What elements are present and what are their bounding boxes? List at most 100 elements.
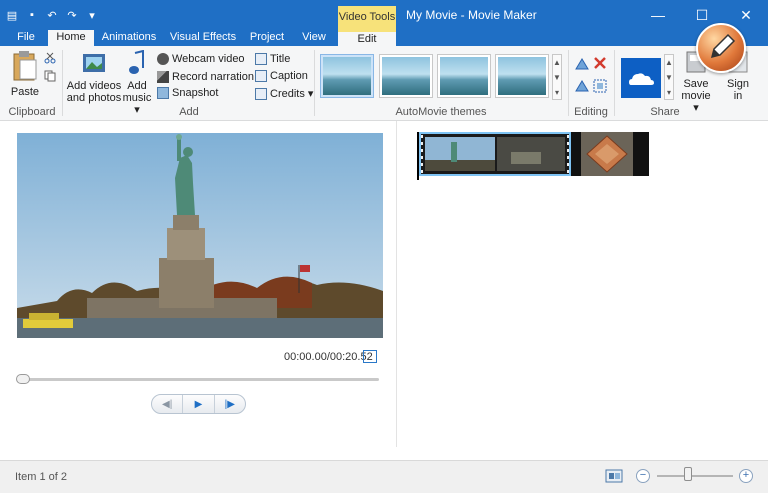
- help-pencil-badge[interactable]: [696, 23, 746, 73]
- credits-button[interactable]: Credits ▾: [255, 87, 313, 100]
- app-menu-icon[interactable]: ▤: [4, 7, 20, 23]
- clip-2-thumbnail: [571, 132, 649, 176]
- ribbon-separator: [62, 50, 63, 116]
- paste-button[interactable]: Paste: [8, 50, 42, 98]
- rotate-right-icon[interactable]: [575, 80, 589, 92]
- zoom-slider[interactable]: [657, 475, 733, 477]
- storyboard-clip-1[interactable]: [419, 132, 571, 176]
- copy-icon[interactable]: [44, 70, 56, 82]
- theme-fade[interactable]: [495, 54, 549, 98]
- group-label-add: Add: [179, 106, 199, 118]
- fullscreen-icon[interactable]: [363, 350, 377, 363]
- cloud-icon: [629, 73, 654, 85]
- storyboard-clip-2[interactable]: [571, 132, 649, 176]
- theme-contemporary[interactable]: [379, 54, 433, 98]
- timecode: 00:00.00/00:20.52: [284, 351, 373, 363]
- film-photo-icon: [83, 54, 105, 72]
- qat-dropdown-icon[interactable]: ▾: [84, 7, 100, 23]
- next-frame-icon[interactable]: |▶: [215, 395, 245, 413]
- clip-1-thumbnail: [421, 134, 569, 174]
- snapshot-icon: [157, 87, 169, 99]
- music-note-icon: [129, 50, 144, 74]
- credits-label: Credits: [270, 87, 305, 100]
- group-label-editing: Editing: [574, 106, 608, 118]
- pencil-icon: [710, 33, 736, 59]
- video-preview[interactable]: [17, 133, 383, 338]
- zoom-slider-thumb[interactable]: [684, 467, 692, 481]
- tab-edit[interactable]: Edit: [338, 30, 396, 46]
- zoom-out-button[interactable]: −: [636, 469, 650, 483]
- ribbon-tabs: File Home Animations Visual Effects Proj…: [0, 30, 768, 46]
- tab-file[interactable]: File: [8, 30, 44, 46]
- add-videos-label-line2: and photos: [66, 92, 122, 104]
- share-gallery-scroll[interactable]: ▲ ▼ ▾: [664, 54, 674, 100]
- tab-animations[interactable]: Animations: [96, 30, 162, 46]
- undo-icon[interactable]: ↶: [44, 7, 60, 23]
- seek-bar[interactable]: [17, 378, 379, 381]
- snapshot-button[interactable]: Snapshot: [157, 87, 218, 99]
- add-music-label-line1: Add: [127, 80, 147, 92]
- snapshot-label: Snapshot: [172, 87, 219, 99]
- theme-thumbnail: [498, 57, 546, 95]
- play-icon[interactable]: ▶: [182, 395, 215, 413]
- theme-thumbnail: [323, 57, 371, 95]
- save-movie-label-line2: movie: [681, 90, 711, 102]
- statue-of-liberty-frame: [17, 133, 383, 338]
- tab-project[interactable]: Project: [244, 30, 290, 46]
- seek-thumb[interactable]: [16, 374, 30, 384]
- paste-label: Paste: [10, 86, 40, 98]
- title-button[interactable]: Title: [255, 53, 290, 65]
- themes-gallery-scroll[interactable]: ▲ ▼ ▾: [552, 54, 562, 100]
- title-bar: ▤ ▪ ↶ ↷ ▾ Video Tools My Movie - Movie M…: [0, 0, 768, 30]
- group-label-clipboard: Clipboard: [8, 106, 56, 118]
- paste-icon: [13, 51, 37, 81]
- microphone-icon: [157, 70, 169, 83]
- theme-thumbnail: [440, 57, 488, 95]
- save-movie-label-line1: Save: [683, 78, 709, 90]
- record-narration-button[interactable]: Record narration ▾: [157, 70, 262, 83]
- pane-splitter[interactable]: [396, 121, 397, 447]
- record-narration-label: Record narration: [172, 70, 254, 83]
- playback-controls: ◀| ▶ |▶: [151, 394, 246, 414]
- title-label: Title: [270, 53, 291, 65]
- window-title: My Movie - Movie Maker: [406, 8, 537, 22]
- tab-visual-effects[interactable]: Visual Effects: [164, 30, 242, 46]
- sign-in-label-line1: Sign: [726, 78, 750, 90]
- minimize-button[interactable]: —: [636, 0, 680, 30]
- tab-home[interactable]: Home: [48, 30, 94, 46]
- webcam-icon: [157, 53, 169, 65]
- add-music-label-line2: music: [122, 92, 152, 104]
- item-count: Item 1 of 2: [15, 471, 67, 483]
- ribbon-separator: [614, 50, 615, 116]
- cut-icon[interactable]: [44, 52, 56, 64]
- save-icon[interactable]: ▪: [24, 7, 40, 23]
- redo-icon[interactable]: ↷: [64, 7, 80, 23]
- ribbon-separator: [314, 50, 315, 116]
- ribbon: Paste Clipboard Add videos and photos Ad…: [0, 46, 768, 121]
- onedrive-share-button[interactable]: [621, 58, 661, 98]
- select-all-icon[interactable]: [593, 79, 607, 93]
- quick-access-toolbar: ▤ ▪ ↶ ↷ ▾: [4, 7, 100, 23]
- add-videos-photos-button[interactable]: Add videos and photos: [66, 50, 122, 104]
- ribbon-separator: [568, 50, 569, 116]
- chevron-down-icon: ▾: [307, 88, 314, 100]
- zoom-in-button[interactable]: +: [739, 469, 753, 483]
- rotate-left-icon[interactable]: [575, 58, 589, 70]
- video-tools-context-tab: Video Tools: [338, 6, 396, 30]
- remove-icon[interactable]: [593, 56, 607, 70]
- add-videos-label-line1: Add videos: [66, 80, 122, 92]
- theme-cinematic[interactable]: [437, 54, 491, 98]
- webcam-video-button[interactable]: Webcam video: [157, 53, 245, 65]
- caption-label: Caption: [270, 70, 308, 82]
- credits-icon: [255, 87, 267, 100]
- caption-button[interactable]: Caption: [255, 70, 308, 82]
- theme-thumbnail: [382, 57, 430, 95]
- main-area: 00:00.00/00:20.52 ◀| ▶ |▶: [0, 121, 768, 460]
- title-icon: [255, 53, 267, 65]
- thumbnail-size-icon[interactable]: [605, 468, 623, 484]
- theme-default[interactable]: [320, 54, 374, 98]
- sign-in-label-line2: in: [733, 90, 743, 102]
- tab-view[interactable]: View: [292, 30, 336, 46]
- previous-frame-icon[interactable]: ◀|: [152, 395, 182, 413]
- caption-icon: [255, 70, 267, 82]
